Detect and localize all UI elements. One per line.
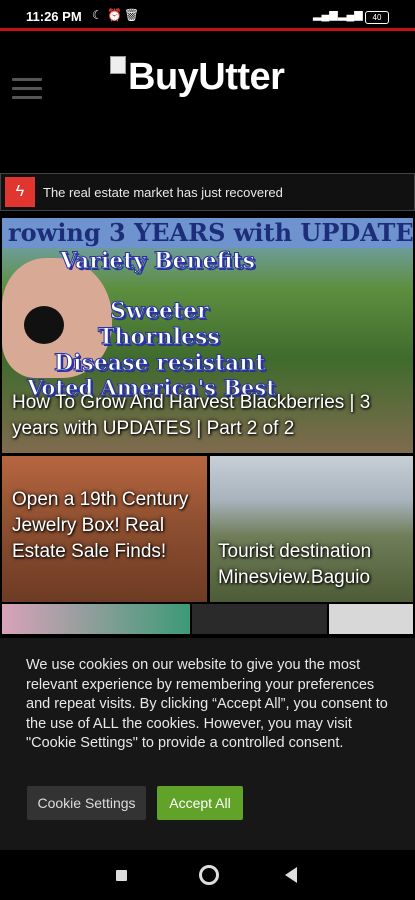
cookie-consent-banner: We use cookies on our website to give yo… (0, 638, 415, 850)
signal-icon: ▂▄▆ (313, 9, 338, 21)
ticker-text[interactable]: The real estate market has just recovere… (43, 185, 283, 200)
overlay-line: Sweeter (110, 298, 210, 325)
post-thumbnail[interactable] (2, 604, 190, 634)
post-title[interactable]: Open a 19th Century Jewelry Box! Real Es… (12, 487, 192, 565)
blackberry-image (24, 306, 64, 344)
back-icon[interactable] (285, 867, 297, 883)
accept-all-button[interactable]: Accept All (157, 786, 243, 820)
trash-icon: 🗑 (124, 8, 140, 22)
status-bar: 11:26 PM ☾ ⏰ 🗑 ▂▄▆ ▂▄▆ 40 (0, 0, 415, 31)
post-card[interactable]: Open a 19th Century Jewelry Box! Real Es… (2, 456, 207, 602)
battery-icon: 40 (365, 11, 389, 24)
post-title[interactable]: How To Grow And Harvest Blackberries | 3… (12, 390, 407, 442)
post-thumbnail[interactable] (192, 604, 327, 634)
breaking-news-ticker[interactable]: ϟ The real estate market has just recove… (0, 173, 415, 211)
status-time: 11:26 PM (26, 9, 82, 24)
cookie-message: We use cookies on our website to give yo… (26, 657, 388, 751)
moon-icon: ☾ (92, 8, 103, 22)
overlay-line: Thornless (98, 324, 221, 351)
post-card[interactable]: Tourist destination Minesview.Baguio (210, 456, 413, 602)
system-navigation-bar (0, 850, 415, 900)
hamburger-menu-icon[interactable] (12, 78, 42, 99)
featured-post[interactable]: rowing 3 YEARS with UPDATES Variety Bene… (2, 218, 413, 453)
logo-text: BuyUtter (128, 56, 285, 98)
broken-image-icon (110, 56, 126, 74)
post-thumbnail[interactable] (329, 604, 413, 634)
overlay-line: Disease resistant (53, 350, 266, 377)
site-header: BuyUtter (0, 34, 415, 154)
overlay-line: Variety Benefits (60, 248, 256, 275)
lightning-icon: ϟ (5, 177, 35, 207)
signal-icon-2: ▂▄▆ (338, 9, 363, 21)
thumbnail-banner-text: rowing 3 YEARS with UPDATES (2, 218, 413, 248)
post-title[interactable]: Tourist destination Minesview.Baguio (218, 539, 403, 591)
recent-apps-icon[interactable] (116, 870, 127, 881)
alarm-icon: ⏰ (107, 8, 122, 22)
cookie-settings-button[interactable]: Cookie Settings (27, 786, 146, 820)
site-logo[interactable]: BuyUtter (110, 56, 285, 99)
home-icon[interactable] (199, 865, 219, 885)
